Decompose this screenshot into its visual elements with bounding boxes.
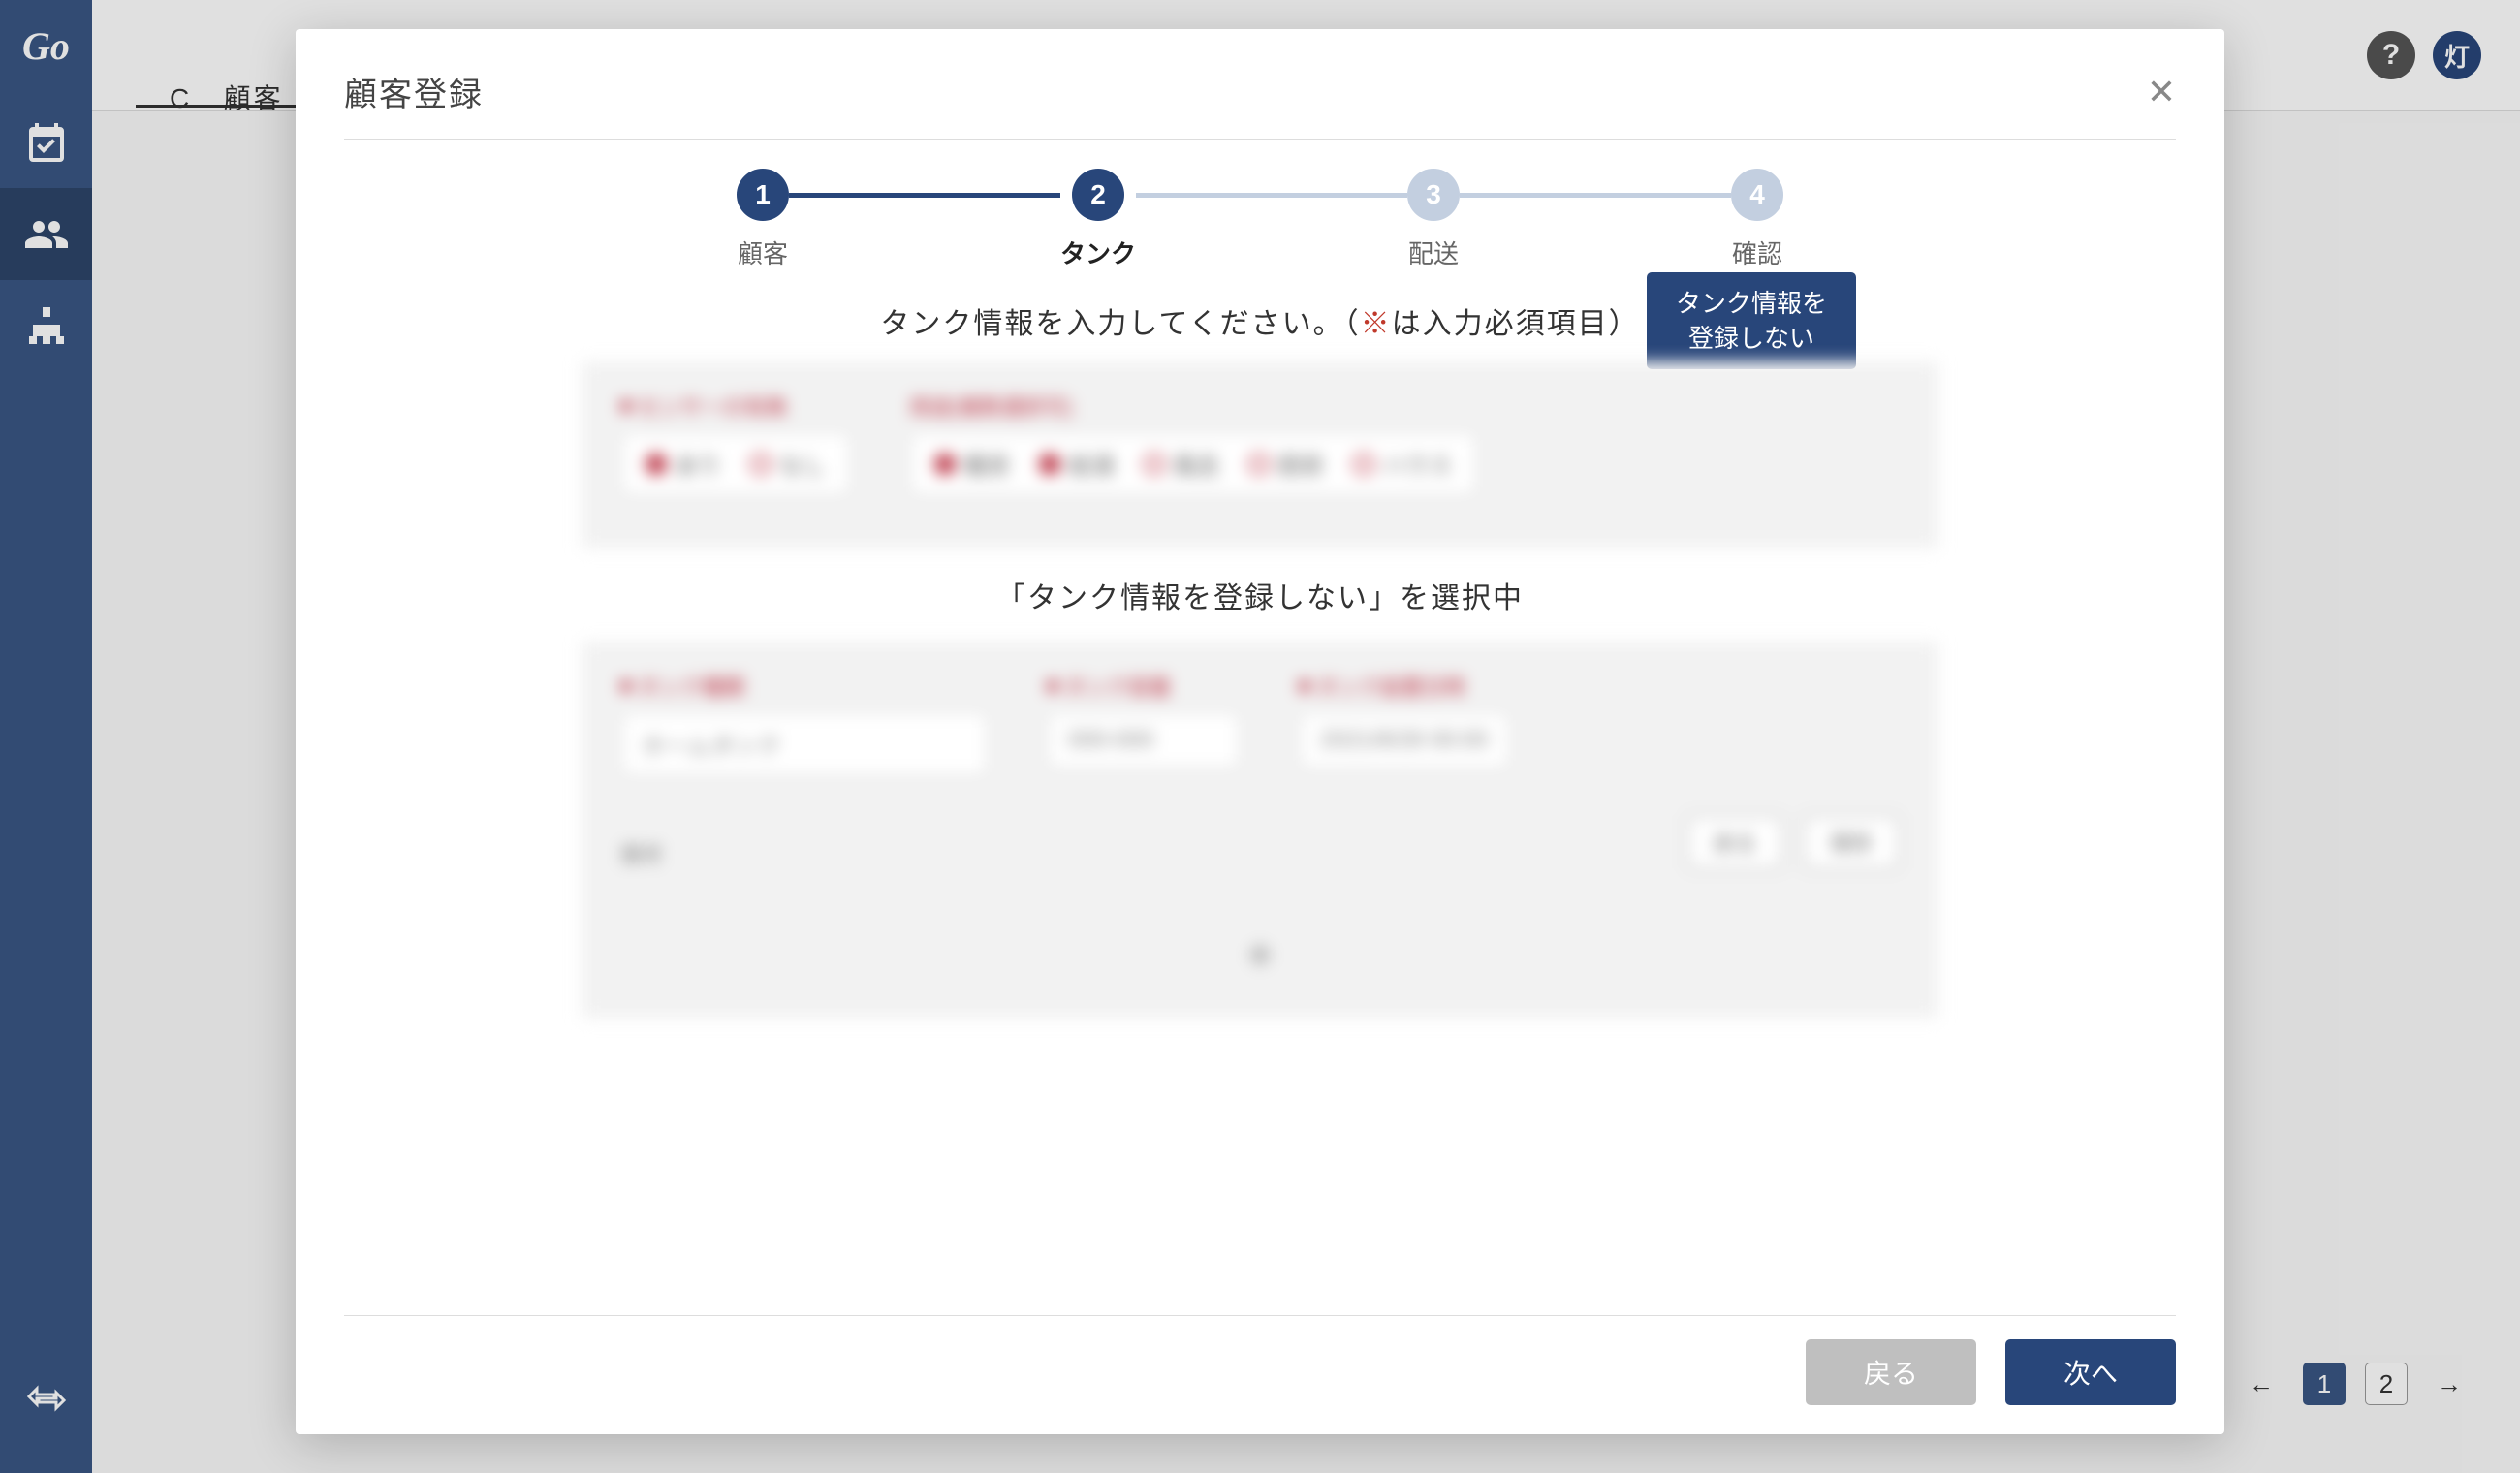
stepper: 1 顧客 2 タンク 3 配送 4 確認 xyxy=(344,169,2176,270)
step-line-1-2 xyxy=(789,193,1060,198)
bz2-value2: 000-000 xyxy=(1068,727,1153,753)
instruction-suffix: は入力必須項目） xyxy=(1392,308,1640,340)
customer-register-modal: 顧客登録 ✕ 1 顧客 2 タンク 3 配送 xyxy=(296,29,2224,1434)
step-line-3-4 xyxy=(1460,193,1731,198)
bz1-label1: センサーの有無 xyxy=(638,391,787,422)
step-1-circle: 1 xyxy=(737,169,789,221)
next-button[interactable]: 次へ xyxy=(2005,1339,2176,1405)
disabled-form-section-2: タンク種類 ホームタンク タンク容量 000-000 タンク設置日時 2021/… xyxy=(582,642,1938,1019)
step-4: 4 確認 xyxy=(1731,169,1783,270)
bz1-r2-2: 風呂 xyxy=(1173,447,1219,481)
bz2-label3: タンク設置日時 xyxy=(1316,671,1465,702)
skip-tank-button[interactable]: タンク情報を 登録しない xyxy=(1647,272,1856,370)
step-line-2-3 xyxy=(1136,193,1407,198)
bz1-r2-3: 厨房 xyxy=(1277,447,1324,481)
step-1-label: 顧客 xyxy=(738,235,788,270)
close-icon: ✕ xyxy=(2147,72,2176,111)
selection-status-text: 「タンク情報を登録しない」を選択中 xyxy=(582,548,1938,642)
step-3-label: 配送 xyxy=(1408,235,1459,270)
bz2-label2: タンク容量 xyxy=(1064,671,1171,702)
step-3-circle: 3 xyxy=(1407,169,1460,221)
bz2-label1: タンク種類 xyxy=(638,671,744,702)
bz1-r2-0: 暖房 xyxy=(963,447,1010,481)
modal-overlay: 顧客登録 ✕ 1 顧客 2 タンク 3 配送 xyxy=(0,0,2520,1473)
step-1: 1 顧客 xyxy=(737,169,789,270)
modal-title: 顧客登録 xyxy=(344,68,484,115)
bz1-label2: 用途(複数選択可) xyxy=(909,391,1073,422)
bz2-value1: ホームタンク xyxy=(642,734,780,760)
modal-header: 顧客登録 ✕ xyxy=(344,68,2176,140)
modal-footer: 戻る 次へ xyxy=(344,1315,2176,1405)
instruction-prefix: タンク情報を入力してください。（ xyxy=(880,308,1360,340)
step-2-circle: 2 xyxy=(1072,169,1124,221)
bz2-btn2: 保存 xyxy=(1830,831,1873,856)
bz2-btn1: 戻る xyxy=(1714,831,1756,856)
bz1-r1-1: なし xyxy=(779,447,826,481)
bz1-r2-4: ハウス xyxy=(1382,447,1452,481)
step-2: 2 タンク xyxy=(1060,169,1136,270)
step-4-circle: 4 xyxy=(1731,169,1783,221)
bz1-r2-1: 給湯 xyxy=(1068,447,1115,481)
instruction-row: タンク情報を入力してください。（※は入力必須項目） タンク情報を 登録しない xyxy=(344,299,2176,342)
modal-close-button[interactable]: ✕ xyxy=(2147,75,2176,110)
disabled-form-section-1: センサーの有無 あり なし 用途(複数選択可) 暖房 給湯 風呂 厨房 xyxy=(582,361,1938,548)
required-mark: ※ xyxy=(1361,308,1392,340)
back-button[interactable]: 戻る xyxy=(1806,1339,1976,1405)
step-3: 3 配送 xyxy=(1407,169,1460,270)
instruction-text: タンク情報を入力してください。（※は入力必須項目） xyxy=(880,299,1639,342)
bz2-value3: 2021/8/28 00:00 xyxy=(1320,727,1489,753)
bz1-r1-0: あり xyxy=(675,447,721,481)
step-4-label: 確認 xyxy=(1732,235,1782,270)
step-2-label: タンク xyxy=(1060,235,1136,270)
plus-icon: + xyxy=(1247,931,1273,979)
bz2-label4: 備考 xyxy=(620,843,663,867)
